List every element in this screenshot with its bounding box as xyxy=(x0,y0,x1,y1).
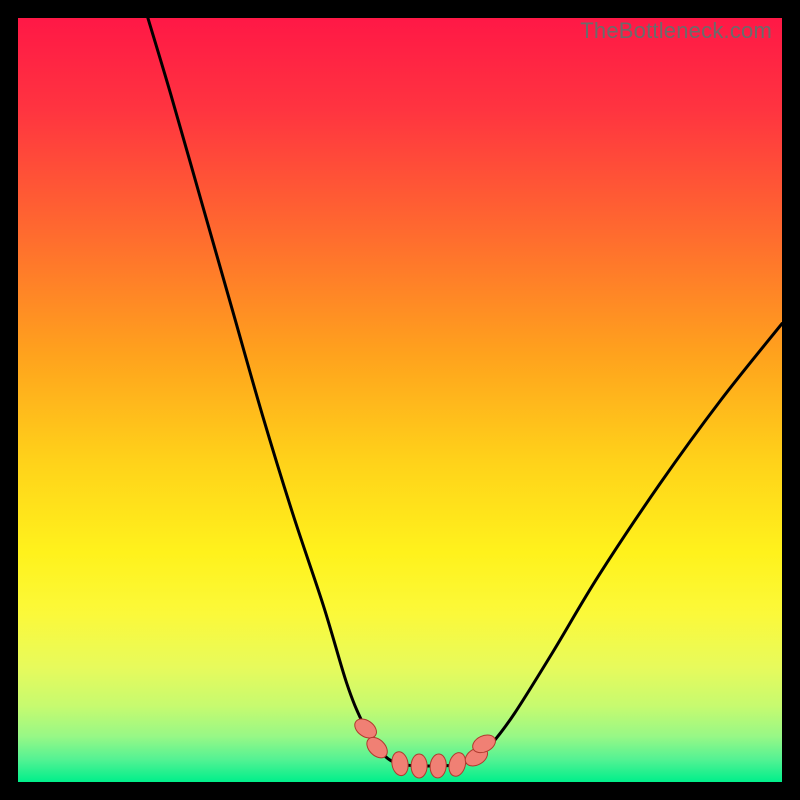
bottleneck-chart xyxy=(18,18,782,782)
gradient-background xyxy=(18,18,782,782)
chart-frame: TheBottleneck.com xyxy=(18,18,782,782)
curve-marker xyxy=(411,754,427,778)
watermark-label: TheBottleneck.com xyxy=(580,18,772,44)
